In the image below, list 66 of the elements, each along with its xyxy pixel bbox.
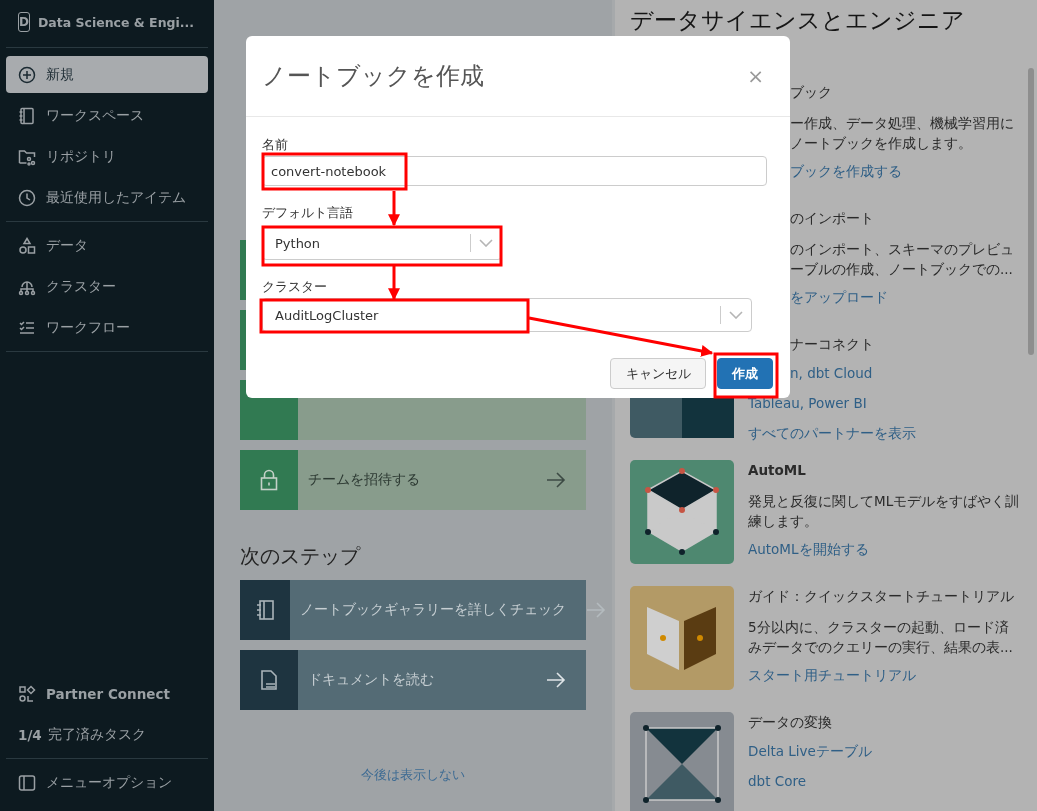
item-link[interactable]: AutoMLを開始する (748, 541, 869, 557)
plus-icon (18, 65, 36, 84)
notebook-icon (256, 600, 274, 620)
item-description: 5分以内に、クラスターの起動、ロード済 (748, 618, 1010, 637)
card-label: ノートブックギャラリーを詳しくチェック (300, 601, 566, 619)
item-link[interactable]: すべてのパートナーを表示 (748, 425, 916, 441)
sidebar-panel-icon (18, 773, 36, 792)
clock-icon (18, 188, 36, 207)
partner-icon (18, 684, 36, 703)
item-description: みデータでのクエリーの実行、結果の表... (748, 638, 1014, 657)
nav-item[interactable]: 新規 (6, 56, 208, 93)
item-title: ブック (790, 83, 833, 102)
item-link[interactable]: Tableau, Power BI (748, 395, 867, 411)
item-link[interactable]: dbt Core (748, 773, 806, 789)
item-link[interactable]: n, dbt Cloud (790, 365, 873, 381)
arrow-icon (586, 602, 606, 618)
notebook-icon (18, 106, 36, 125)
arrow (388, 191, 400, 227)
item-description: ー作成、データ処理、機械学習用に (790, 114, 1014, 133)
item-title: のインポート (790, 209, 875, 228)
workspace-name[interactable]: Data Science & Engi... (37, 14, 195, 30)
chevron-icon (479, 239, 493, 247)
card-label: ドキュメントを読む (308, 671, 434, 689)
item-link[interactable]: ブックを作成する (790, 163, 902, 179)
item-title: ナーコネクト (790, 335, 875, 354)
list-icon (18, 318, 36, 337)
nav-item[interactable]: 最近使用したアイテム (0, 177, 214, 218)
workspace-logo: D (18, 12, 30, 32)
tasks-link[interactable]: 1/4 完了済みタスク (0, 714, 214, 755)
nav-item[interactable]: ワークスペース (0, 95, 214, 136)
chevron-icon (729, 311, 743, 319)
nav-item[interactable]: データ (0, 225, 214, 266)
shapes-icon (18, 236, 36, 255)
item-title: AutoML (748, 461, 807, 480)
partner-connect-link[interactable]: Partner Connect (0, 673, 214, 714)
field-label: 名前 (262, 136, 289, 153)
item-description: のインポート、スキーマのプレビュ (790, 240, 1014, 259)
menu-options-button[interactable]: メニューオプション (0, 762, 214, 803)
item-title: ガイド：クイックスタートチュートリアル (748, 587, 1014, 606)
item-description: ーブルの作成、ノートブックでの... (790, 260, 1014, 279)
nav-item[interactable]: リポジトリ (0, 136, 214, 177)
item-description: 発見と反復に関してMLモデルをすばやく訓 (748, 492, 1020, 511)
panel-title: データサイエンスとエンジニア (630, 6, 966, 35)
section-heading: 次のステップ (240, 543, 362, 570)
folder-icon (18, 147, 36, 166)
arrow-icon (546, 472, 566, 488)
create-button[interactable]: 作成 (717, 358, 773, 389)
arrow-icon (546, 672, 566, 688)
card-label: チームを招待する (308, 471, 420, 489)
nav-item[interactable]: クラスター (0, 266, 214, 307)
cancel-button[interactable]: キャンセル (610, 358, 706, 389)
item-link[interactable]: Delta Liveテーブル (748, 743, 872, 759)
document-icon (261, 670, 277, 690)
arrow (388, 266, 400, 301)
item-link[interactable]: スタート用チュートリアル (748, 667, 916, 683)
item-title: データの変換 (748, 713, 833, 732)
field-label: デフォルト言語 (262, 204, 354, 221)
nav-item[interactable]: ワークフロー (0, 307, 214, 348)
item-link[interactable]: をアップロード (790, 289, 888, 305)
lock-icon (260, 469, 278, 491)
item-description: ノートブックを作成します。 (790, 134, 973, 153)
scrollbar[interactable] (1028, 68, 1034, 355)
dialog-title: ノートブックを作成 (262, 61, 484, 92)
highlight-frame (713, 352, 779, 399)
field-label: クラスター (262, 278, 328, 295)
item-description: 練します。 (748, 512, 819, 531)
